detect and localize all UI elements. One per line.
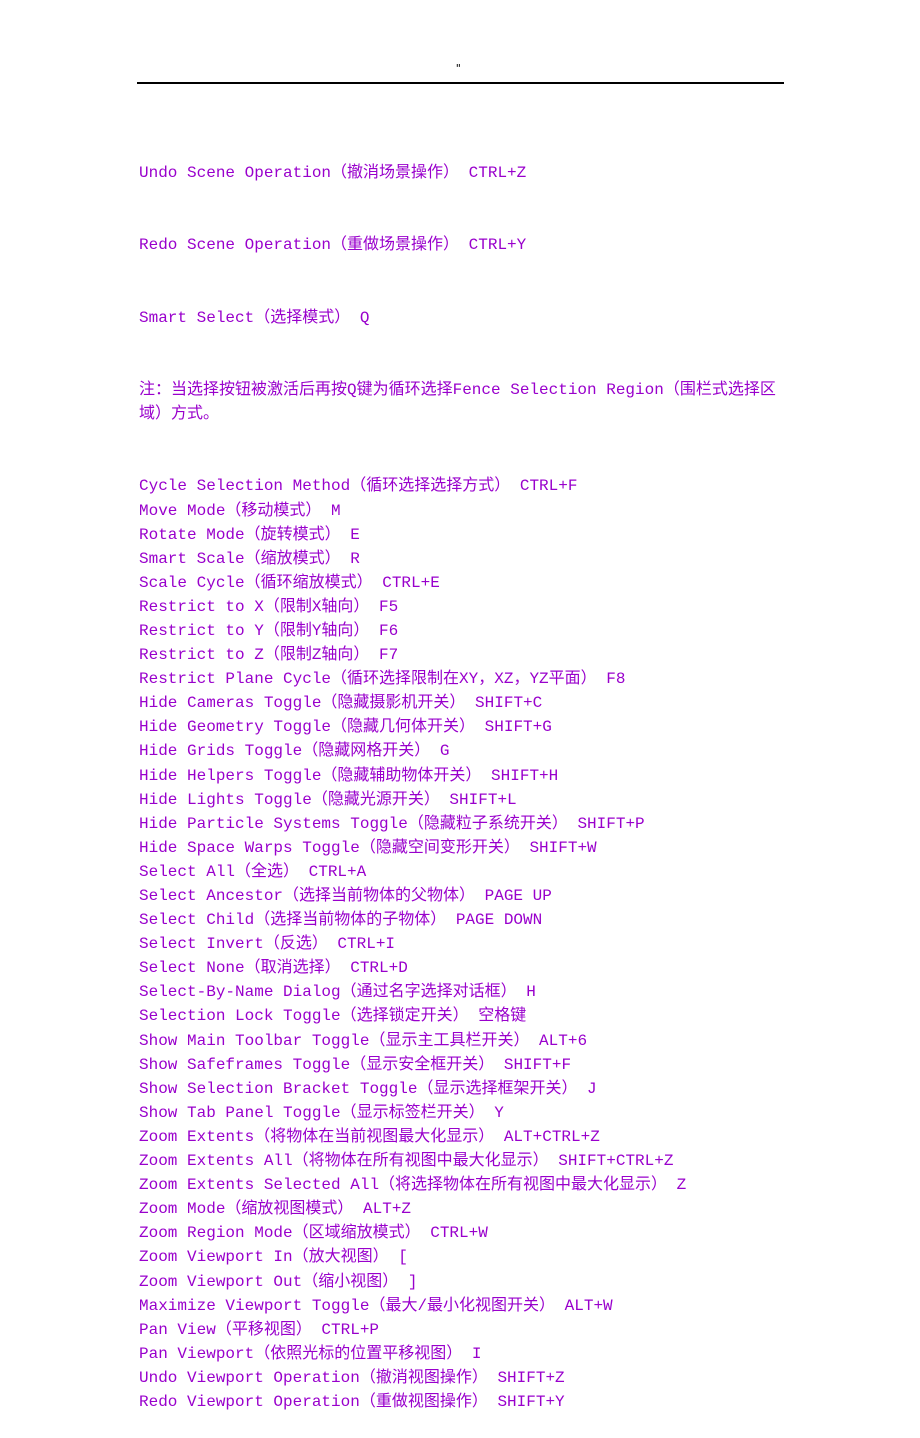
shortcut-line: Restrict Plane Cycle（循环选择限制在XY，XZ，YZ平面） … (139, 670, 626, 689)
shortcut-line: Redo Viewport Operation（重做视图操作） SHIFT+Y (139, 1392, 565, 1411)
shortcut-line: Pan Viewport（依照光标的位置平移视图） I (139, 1344, 482, 1363)
shortcut-line: Select None（取消选择） CTRL+D (139, 959, 408, 978)
shortcut-line: Show Safeframes Toggle（显示安全框开关） SHIFT+F (139, 1055, 572, 1074)
shortcut-line: Show Main Toolbar Toggle（显示主工具栏开关） ALT+6 (139, 1031, 588, 1050)
shortcut-line: Move Mode（移动模式） M (139, 501, 341, 520)
shortcut-line: Zoom Extents（将物体在当前视图最大化显示） ALT+CTRL+Z (139, 1127, 600, 1146)
shortcut-line: Zoom Region Mode（区域缩放模式） CTRL+W (139, 1224, 488, 1243)
shortcut-line: Redo Scene Operation（重做场景操作） CTRL+Y (139, 236, 527, 255)
shortcut-line: Hide Helpers Toggle（隐藏辅助物体开关） SHIFT+H (139, 766, 559, 785)
shortcut-line: Maximize Viewport Toggle（最大/最小化视图开关） ALT… (139, 1296, 613, 1315)
shortcut-line: Pan View（平移视图） CTRL+P (139, 1320, 380, 1339)
shortcut-line: Hide Space Warps Toggle（隐藏空间变形开关） SHIFT+… (139, 838, 597, 857)
shortcut-line: Hide Cameras Toggle（隐藏摄影机开关） SHIFT+C (139, 694, 543, 713)
shortcut-line: Show Selection Bracket Toggle（显示选择框架开关） … (139, 1079, 597, 1098)
shortcut-line: Select All（全选） CTRL+A (139, 862, 367, 881)
shortcut-line: Select Child（选择当前物体的子物体） PAGE DOWN (139, 911, 543, 930)
shortcut-list: Undo Scene Operation（撤消场景操作） CTRL+Z Redo… (139, 113, 789, 1438)
shortcut-line: Smart Select（选择模式） Q (139, 308, 370, 327)
shortcut-line: Smart Scale（缩放模式） R (139, 549, 360, 568)
shortcut-line: Rotate Mode（旋转模式） E (139, 525, 360, 544)
shortcut-line: Undo Scene Operation（撤消场景操作） CTRL+Z (139, 164, 527, 183)
shortcut-line: Scale Cycle（循环缩放模式） CTRL+E (139, 573, 440, 592)
shortcut-line: Cycle Selection Method（循环选择选择方式） CTRL+F (139, 477, 578, 496)
shortcut-line: Zoom Viewport Out（缩小视图） ] (139, 1272, 418, 1291)
shortcut-line: Hide Particle Systems Toggle（隐藏粒子系统开关） S… (139, 814, 645, 833)
shortcut-line: Select Invert（反选） CTRL+I (139, 935, 396, 954)
header-mark: " (455, 62, 462, 75)
shortcut-line: Hide Geometry Toggle（隐藏几何体开关） SHIFT+G (139, 718, 552, 737)
shortcut-line: Select-By-Name Dialog（通过名字选择对话框） H (139, 983, 536, 1002)
shortcut-line: Restrict to Z（限制Z轴向） F7 (139, 646, 399, 665)
shortcut-line: Restrict to Y（限制Y轴向） F6 (139, 621, 399, 640)
shortcut-line: Select Ancestor（选择当前物体的父物体） PAGE UP (139, 887, 552, 905)
note-paragraph: 注：当选择按钮被激活后再按Q键为循环选择Fence Selection Regi… (139, 381, 776, 424)
shortcut-line: Zoom Mode（缩放视图模式） ALT+Z (139, 1200, 412, 1219)
shortcut-line: Hide Lights Toggle（隐藏光源开关） SHIFT+L (139, 790, 517, 809)
shortcut-line: Selection Lock Toggle（选择锁定开关） 空格键 (139, 1007, 527, 1026)
shortcut-line: Show Tab Panel Toggle（显示标签栏开关） Y (139, 1103, 504, 1122)
shortcut-line: Undo Viewport Operation（撤消视图操作） SHIFT+Z (139, 1368, 565, 1387)
shortcut-line: Hide Grids Toggle（隐藏网格开关） G (139, 742, 450, 761)
shortcut-line: Zoom Extents Selected All（将选择物体在所有视图中最大化… (139, 1176, 687, 1195)
header-rule (137, 82, 784, 84)
shortcut-line: Restrict to X（限制X轴向） F5 (139, 597, 399, 616)
shortcut-line: Zoom Viewport In（放大视图） [ (139, 1248, 408, 1267)
shortcut-line: Zoom Extents All（将物体在所有视图中最大化显示） SHIFT+C… (139, 1152, 674, 1171)
shortcut-list-continued: Cycle Selection Method（循环选择选择方式） CTRL+F M… (139, 474, 789, 1414)
